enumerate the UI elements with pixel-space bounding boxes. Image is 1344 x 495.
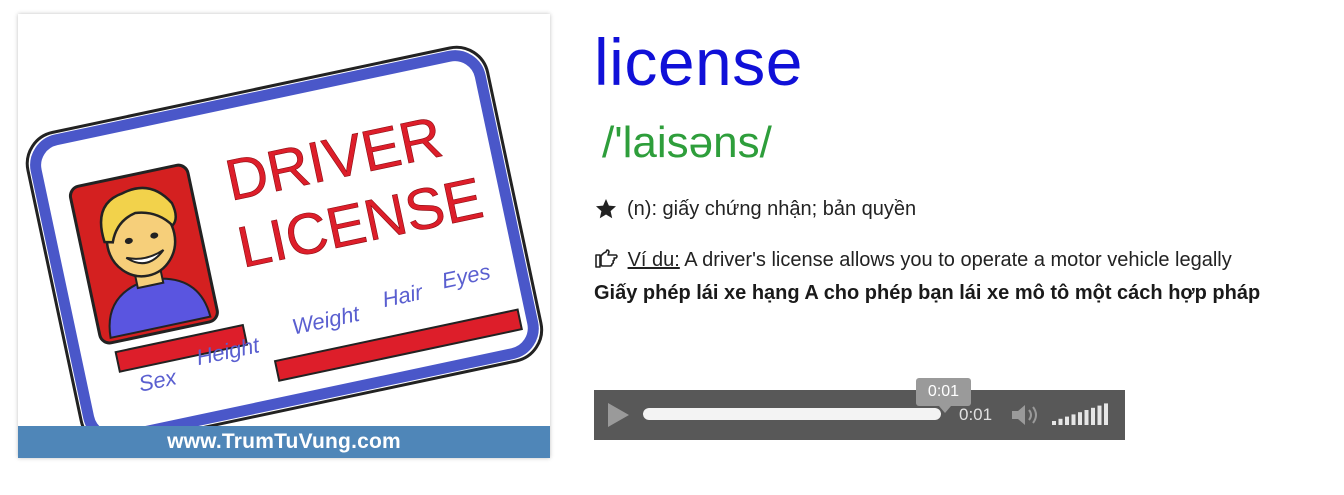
star-icon <box>596 199 616 219</box>
volume-bar <box>1091 407 1095 425</box>
volume-bar <box>1084 410 1089 425</box>
example-translation: Giấy phép lái xe hạng A cho phép bạn lái… <box>594 282 1261 304</box>
meaning-text: (n): giấy chứng nhận; bản quyền <box>627 197 917 220</box>
volume-bar <box>1104 403 1108 425</box>
seek-progress <box>643 408 941 420</box>
seek-time-tooltip: 0:01 <box>916 378 971 413</box>
volume-bar <box>1078 412 1082 425</box>
volume-bar <box>1065 416 1069 425</box>
example-row: Ví du: A driver's license allows you to … <box>594 246 1334 275</box>
speaker-icon[interactable] <box>1010 402 1042 428</box>
example-label: Ví du: <box>627 249 680 271</box>
audio-player: 0:01 0:01 <box>594 378 1125 440</box>
current-time: 0:01 <box>959 405 993 424</box>
seek-bar[interactable] <box>643 408 941 420</box>
volume-bar <box>1097 405 1102 425</box>
pointing-hand-icon <box>595 249 618 268</box>
watermark-text: www.TrumTuVung.com <box>167 430 401 453</box>
example-text: A driver's license allows you to operate… <box>684 249 1232 271</box>
word-illustration: DRIVER LICENSE Sex Height Weight Hair Ey… <box>18 14 550 458</box>
phonetic-transcription: /'laisəns/ <box>602 118 772 167</box>
volume-bar <box>1058 418 1063 425</box>
watermark-bar: www.TrumTuVung.com <box>18 426 550 458</box>
volume-slider[interactable] <box>1052 403 1112 427</box>
play-icon[interactable] <box>602 400 632 430</box>
word-title: license <box>594 25 803 99</box>
volume-bar <box>1071 414 1076 425</box>
driver-license-illustration: DRIVER LICENSE Sex Height Weight Hair Ey… <box>25 45 544 448</box>
volume-bar <box>1052 421 1056 425</box>
meaning-row: (n): giấy chứng nhận; bản quyền <box>594 195 916 223</box>
